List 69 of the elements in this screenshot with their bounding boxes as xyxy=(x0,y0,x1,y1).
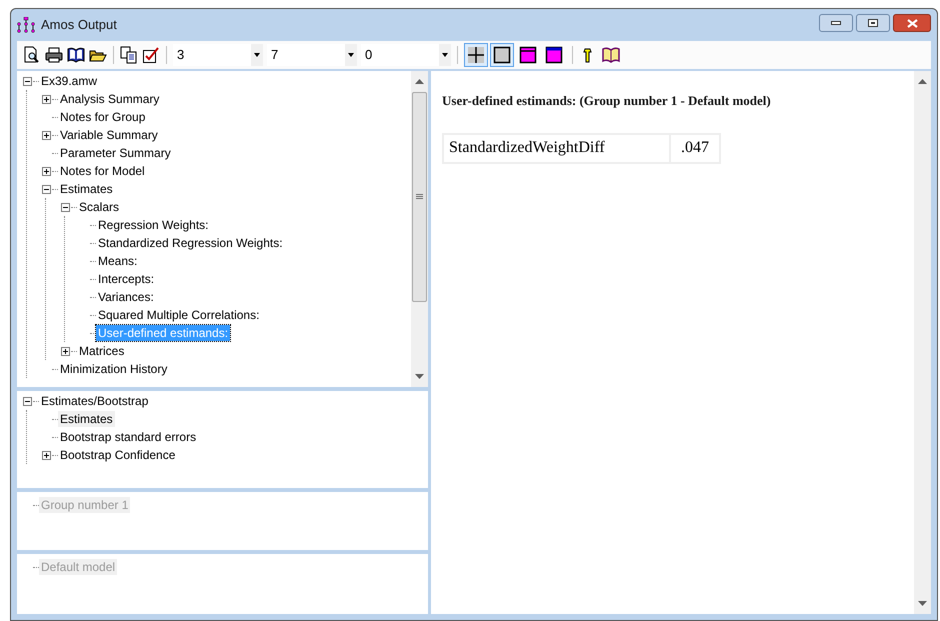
table-cell: .047 xyxy=(671,134,719,162)
expand-icon[interactable] xyxy=(42,166,50,176)
minimize-button[interactable] xyxy=(819,14,853,32)
tree-item[interactable]: Variances: xyxy=(96,289,156,305)
book-icon[interactable] xyxy=(601,46,621,64)
table-cell: StandardizedWeightDiff xyxy=(444,134,669,162)
book-icon[interactable] xyxy=(67,46,85,64)
grip-icon xyxy=(416,194,423,200)
tree-item[interactable]: Standardized Regression Weights: xyxy=(96,235,285,251)
toggle-button[interactable] xyxy=(464,43,488,67)
tree-item[interactable]: Estimates xyxy=(58,411,115,427)
collapse-icon[interactable] xyxy=(42,184,50,194)
print-preview-icon[interactable] xyxy=(23,46,41,64)
tree-item[interactable]: Regression Weights: xyxy=(96,217,210,233)
tree-item[interactable]: Analysis Summary xyxy=(58,91,162,107)
tree-item[interactable]: Notes for Model xyxy=(58,163,147,179)
expand-icon[interactable] xyxy=(42,94,50,104)
dropdown-caret-icon xyxy=(439,44,451,66)
tree-item[interactable]: Ex39.amw xyxy=(39,73,100,89)
frame-icon xyxy=(493,46,511,64)
tree-item[interactable]: Minimization History xyxy=(58,361,170,377)
scroll-down-icon xyxy=(918,601,927,606)
collapse-icon[interactable] xyxy=(22,76,32,86)
tree-item[interactable]: Estimates xyxy=(58,181,115,197)
tree-item[interactable]: Parameter Summary xyxy=(58,145,173,161)
dropdown-field[interactable]: 3 xyxy=(173,44,263,66)
tree-item[interactable]: Intercepts: xyxy=(96,271,156,287)
collapse-icon[interactable] xyxy=(60,202,70,212)
restore-icon xyxy=(868,19,878,27)
scrollbar[interactable] xyxy=(411,71,428,387)
tree-item[interactable]: Notes for Group xyxy=(58,109,148,125)
dropdown-value: 3 xyxy=(177,46,186,64)
restore-button[interactable] xyxy=(856,14,890,32)
header-panel-icon xyxy=(545,46,563,64)
tree-item[interactable]: Means: xyxy=(96,253,140,269)
grid-lines-icon xyxy=(467,46,485,64)
tree-item[interactable]: Matrices xyxy=(77,343,126,359)
tree-item[interactable]: Estimates/Bootstrap xyxy=(39,393,150,409)
copy-icon[interactable] xyxy=(120,46,138,64)
expand-icon[interactable] xyxy=(42,450,50,460)
dropdown-caret-icon xyxy=(251,44,263,66)
close-button[interactable] xyxy=(893,14,931,32)
scroll-up-icon xyxy=(415,79,424,84)
printer-icon[interactable] xyxy=(45,46,63,64)
app-logo-icon xyxy=(17,17,35,33)
expand-icon[interactable] xyxy=(42,130,50,140)
dropdown-value: 7 xyxy=(271,46,280,64)
scroll-down-icon xyxy=(415,374,424,379)
minimize-icon xyxy=(831,21,841,25)
scrollbar[interactable] xyxy=(914,71,931,614)
scroll-thumb[interactable] xyxy=(412,92,427,302)
collapse-icon[interactable] xyxy=(22,396,32,406)
expand-icon[interactable] xyxy=(60,346,70,356)
tree-item[interactable]: Scalars xyxy=(77,199,122,215)
dropdown-value: 0 xyxy=(365,46,374,64)
header-panel-icon xyxy=(519,46,537,64)
dropdown-caret-icon xyxy=(345,44,357,66)
tree-item[interactable]: Variable Summary xyxy=(58,127,160,143)
dropdown-field[interactable]: 0 xyxy=(361,44,451,66)
close-icon xyxy=(906,18,918,28)
dropdown-field[interactable]: 7 xyxy=(267,44,357,66)
tree-item[interactable]: Bootstrap standard errors xyxy=(58,429,198,445)
window-title: Amos Output xyxy=(41,16,117,34)
tree-item[interactable]: Squared Multiple Correlations: xyxy=(96,307,262,323)
checkbox-icon[interactable] xyxy=(142,46,160,64)
tree-item[interactable]: Bootstrap Confidence xyxy=(58,447,178,463)
output-heading: User-defined estimands: (Group number 1 - Default model) xyxy=(442,92,772,110)
scroll-up-icon xyxy=(918,79,927,84)
toggle-button[interactable] xyxy=(490,43,514,67)
